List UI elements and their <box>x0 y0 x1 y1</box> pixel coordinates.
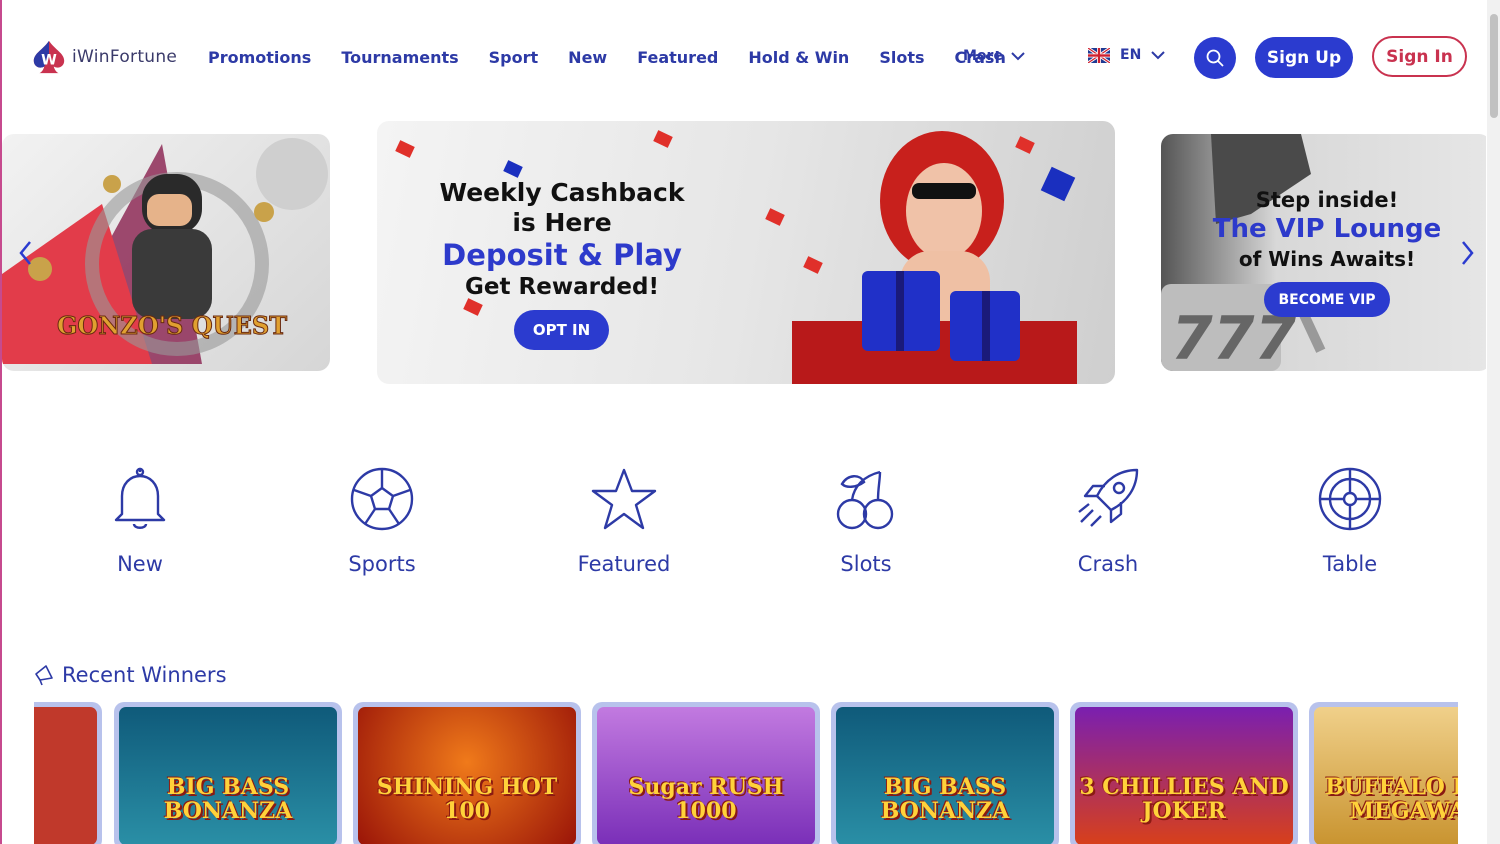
megaphone-icon <box>35 665 53 686</box>
chevron-down-icon <box>1011 51 1025 60</box>
cashback-title: Weekly Cashback is Here <box>439 178 685 237</box>
cherries-icon <box>836 470 894 530</box>
language-selector[interactable]: EN <box>1088 47 1165 63</box>
page: W iWinFortune Promotions Tournaments Spo… <box>0 0 1486 844</box>
nav-item-sport[interactable]: Sport <box>489 48 539 67</box>
category-table[interactable]: Table <box>1280 466 1420 576</box>
game-thumbnail <box>34 707 97 844</box>
category-label: New <box>117 552 163 576</box>
confetti-icon <box>653 130 673 148</box>
chevron-down-icon <box>1151 50 1165 59</box>
game-title: 3 CHILLIES AND JOKER <box>1079 774 1289 824</box>
category-label: Slots <box>840 552 892 576</box>
star-icon <box>591 468 657 530</box>
game-card[interactable]: BUFFALO KING MEGAWAYS <box>1309 702 1458 844</box>
category-label: Featured <box>577 552 671 576</box>
game-card[interactable]: BIG BASS BONANZA <box>831 702 1059 844</box>
spade-logo-icon: W <box>33 40 65 74</box>
confetti-icon <box>463 298 483 316</box>
category-label: Table <box>1322 552 1378 576</box>
carousel-prev-arrow-icon[interactable] <box>16 240 36 266</box>
nav-item-new[interactable]: New <box>568 48 607 67</box>
opt-in-button[interactable]: OPT IN <box>514 310 609 350</box>
game-card[interactable]: 3 CHILLIES AND JOKER <box>1070 702 1298 844</box>
vip-highlight: The VIP Lounge <box>1212 214 1442 244</box>
vip-line-1: Step inside! <box>1255 188 1399 212</box>
nav-item-promotions[interactable]: Promotions <box>208 48 311 67</box>
category-label: Sports <box>348 552 416 576</box>
become-vip-button[interactable]: BECOME VIP <box>1264 282 1390 317</box>
confetti-icon <box>503 160 523 178</box>
sign-up-button[interactable]: Sign Up <box>1255 37 1353 78</box>
category-new[interactable]: New <box>70 466 210 576</box>
gonzos-quest-artwork: GONZO'S QUEST <box>2 138 328 364</box>
game-thumbnail: SHINING HOT 100 <box>358 707 576 844</box>
recent-winners-carousel: BIG BASS BONANZA SHINING HOT 100 Sugar R… <box>34 702 1458 844</box>
sign-in-button[interactable]: Sign In <box>1372 36 1467 77</box>
carousel-next-arrow-icon[interactable] <box>1457 240 1477 266</box>
gonzos-quest-title: GONZO'S QUEST <box>57 311 287 340</box>
category-sports[interactable]: Sports <box>312 466 452 576</box>
roulette-icon <box>1318 467 1382 531</box>
game-title: SHINING HOT 100 <box>376 774 558 824</box>
recent-winners-header: Recent Winners <box>34 663 227 687</box>
category-label: Crash <box>1077 552 1139 576</box>
search-button[interactable] <box>1194 37 1236 79</box>
cashback-subtitle: Get Rewarded! <box>465 274 659 300</box>
category-featured[interactable]: Featured <box>554 466 694 576</box>
game-title: BIG BASS BONANZA <box>880 774 1010 824</box>
confetti-icon <box>765 208 785 226</box>
nav-item-slots[interactable]: Slots <box>879 48 924 67</box>
vip-line-3: of Wins Awaits! <box>1238 247 1416 271</box>
game-title: BIG BASS BONANZA <box>163 774 293 824</box>
game-thumbnail: 3 CHILLIES AND JOKER <box>1075 707 1293 844</box>
game-thumbnail: BUFFALO KING MEGAWAYS <box>1314 707 1458 844</box>
brand-name: iWinFortune <box>72 47 178 67</box>
nav-more-dropdown[interactable]: More <box>963 48 1025 64</box>
woman-with-gifts-image <box>792 131 1077 384</box>
language-code: EN <box>1120 47 1142 63</box>
nav-item-hold-win[interactable]: Hold & Win <box>748 48 849 67</box>
page-scrollbar[interactable] <box>1487 0 1500 844</box>
svg-text:W: W <box>41 53 57 69</box>
game-thumbnail: BIG BASS BONANZA <box>836 707 1054 844</box>
site-header: W iWinFortune Promotions Tournaments Spo… <box>2 0 1486 115</box>
game-title: Sugar RUSH 1000 <box>628 774 784 824</box>
soccer-ball-icon <box>350 467 414 531</box>
main-nav: Promotions Tournaments Sport New Feature… <box>208 48 1036 67</box>
confetti-icon <box>395 140 415 158</box>
bell-icon <box>114 467 166 529</box>
game-title: BUFFALO KING MEGAWAYS <box>1325 774 1458 824</box>
rocket-icon <box>1078 468 1139 527</box>
game-card[interactable] <box>34 702 102 844</box>
cashback-highlight: Deposit & Play <box>442 238 682 272</box>
category-crash[interactable]: Crash <box>1038 466 1178 576</box>
scrollbar-thumb[interactable] <box>1490 14 1498 118</box>
logo[interactable]: W iWinFortune <box>30 38 177 76</box>
recent-winners-title: Recent Winners <box>62 663 227 687</box>
category-slots[interactable]: Slots <box>796 466 936 576</box>
game-thumbnail: BIG BASS BONANZA <box>119 707 337 844</box>
search-icon <box>1206 49 1224 67</box>
game-card[interactable]: BIG BASS BONANZA <box>114 702 342 844</box>
banner-gonzos-quest[interactable]: GONZO'S QUEST <box>2 134 330 371</box>
nav-item-featured[interactable]: Featured <box>637 48 718 67</box>
uk-flag-icon <box>1088 47 1110 63</box>
nav-item-tournaments[interactable]: Tournaments <box>341 48 458 67</box>
game-card[interactable]: SHINING HOT 100 <box>353 702 581 844</box>
game-card[interactable]: Sugar RUSH 1000 <box>592 702 820 844</box>
nav-more-label: More <box>963 48 1003 64</box>
game-thumbnail: Sugar RUSH 1000 <box>597 707 815 844</box>
